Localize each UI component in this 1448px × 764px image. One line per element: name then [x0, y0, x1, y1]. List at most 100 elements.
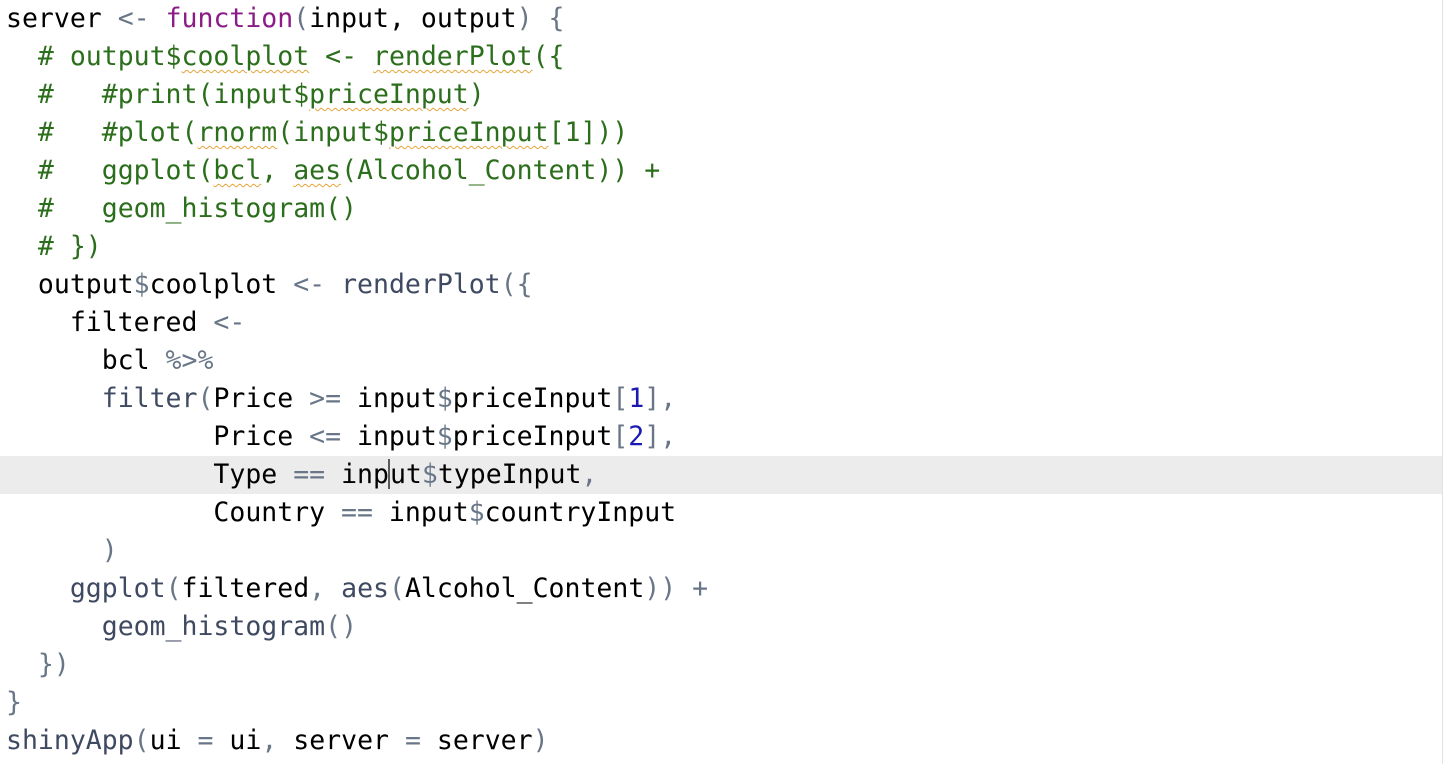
code-token: ( [293, 3, 310, 34]
code-token: aes [341, 573, 389, 604]
code-token: output [6, 269, 134, 300]
code-line[interactable]: output$coolplot <- renderPlot({ [0, 266, 1442, 304]
code-token: ( [133, 725, 150, 756]
code-line[interactable]: Type == input$typeInput, [0, 456, 1442, 494]
code-token: server [420, 725, 533, 756]
spellcheck-flagged-token: aes [293, 155, 342, 186]
code-token: == [341, 497, 373, 528]
code-token: )) [644, 573, 677, 604]
code-token: $ [421, 459, 438, 490]
code-token: typeInput [437, 459, 582, 490]
code-token: input [341, 383, 437, 414]
spellcheck-flagged-token: renderPlot [372, 41, 533, 72]
code-token: + [692, 573, 709, 604]
code-token: server [6, 3, 118, 34]
code-line[interactable]: } [0, 684, 1442, 722]
code-token: { [548, 3, 565, 34]
code-token: Price [6, 421, 310, 452]
code-token: ], [644, 383, 677, 414]
code-token: Country [6, 497, 342, 528]
code-token: inp [325, 459, 389, 490]
code-line[interactable]: bcl %>% [0, 342, 1442, 380]
code-token: } [6, 687, 22, 718]
code-token: ut [389, 459, 422, 490]
code-token: , [309, 573, 326, 604]
code-token: ) [101, 535, 118, 566]
code-token: priceInput [452, 421, 613, 452]
code-token: [ [612, 383, 629, 414]
spellcheck-flagged-token: priceInput [309, 79, 469, 110]
code-token: $ [468, 497, 485, 528]
code-line[interactable]: # #plot(rnorm(input$priceInput[1])) [0, 114, 1442, 152]
code-token: ui [213, 725, 262, 756]
code-token: input [341, 421, 437, 452]
code-line[interactable]: ) [0, 532, 1442, 570]
code-token: <- [293, 269, 326, 300]
code-token: ], [644, 421, 677, 452]
code-token: ) [532, 725, 549, 756]
code-line[interactable]: server <- function(input, output) { [0, 0, 1442, 38]
code-line[interactable]: # ggplot(bcl, aes(Alcohol_Content)) + [0, 152, 1442, 190]
code-token: () [325, 611, 358, 642]
code-token: ({ [532, 41, 565, 72]
editor-right-border [1442, 0, 1443, 764]
code-token: 1 [628, 383, 645, 414]
code-token: server [277, 725, 405, 756]
code-token: # output$ [37, 41, 182, 72]
code-editor[interactable]: server <- function(input, output) { # ou… [0, 0, 1448, 764]
code-token: bcl [6, 345, 166, 376]
code-token: ) [468, 79, 485, 110]
code-token: ( [388, 573, 405, 604]
code-token: shinyApp [6, 725, 134, 756]
code-token: <- [213, 307, 246, 338]
code-token: <- [309, 41, 373, 72]
code-token: }) [37, 649, 70, 680]
code-token: countryInput [484, 497, 677, 528]
code-line[interactable]: # output$coolplot <- renderPlot({ [0, 38, 1442, 76]
code-token: >= [309, 383, 342, 414]
code-line[interactable]: Country == input$countryInput [0, 494, 1442, 532]
code-token: = [404, 725, 421, 756]
code-token: $ [133, 269, 150, 300]
code-line[interactable]: geom_histogram() [0, 608, 1442, 646]
code-token: filtered [6, 307, 214, 338]
spellcheck-flagged-token: bcl [213, 155, 262, 186]
code-token: $ [436, 383, 453, 414]
code-line[interactable]: # #print(input$priceInput) [0, 76, 1442, 114]
code-token: 2 [628, 421, 645, 452]
code-token: Price [213, 383, 310, 414]
code-line[interactable]: }) [0, 646, 1442, 684]
code-token: <- [117, 3, 150, 34]
code-line[interactable]: ggplot(filtered, aes(Alcohol_Content)) + [0, 570, 1442, 608]
code-token: Type [6, 459, 294, 490]
code-token: = [197, 725, 214, 756]
spellcheck-flagged-token: priceInput [388, 117, 549, 148]
code-token: == [293, 459, 326, 490]
code-line[interactable]: # geom_histogram() [0, 190, 1442, 228]
code-token: # ggplot( [37, 155, 214, 186]
code-line[interactable]: # }) [0, 228, 1442, 266]
code-token: ggplot [69, 573, 166, 604]
code-token: ui [149, 725, 198, 756]
code-token: filter [101, 383, 198, 414]
code-line[interactable]: filter(Price >= input$priceInput[1], [0, 380, 1442, 418]
code-line[interactable]: Price <= input$priceInput[2], [0, 418, 1442, 456]
code-line[interactable]: shinyApp(ui = ui, server = server) [0, 722, 1442, 760]
code-line[interactable]: filtered <- [0, 304, 1442, 342]
code-token: , [581, 459, 598, 490]
code-token: $ [436, 421, 453, 452]
code-token: # geom_histogram() [37, 193, 358, 224]
code-token: geom_histogram [101, 611, 326, 642]
